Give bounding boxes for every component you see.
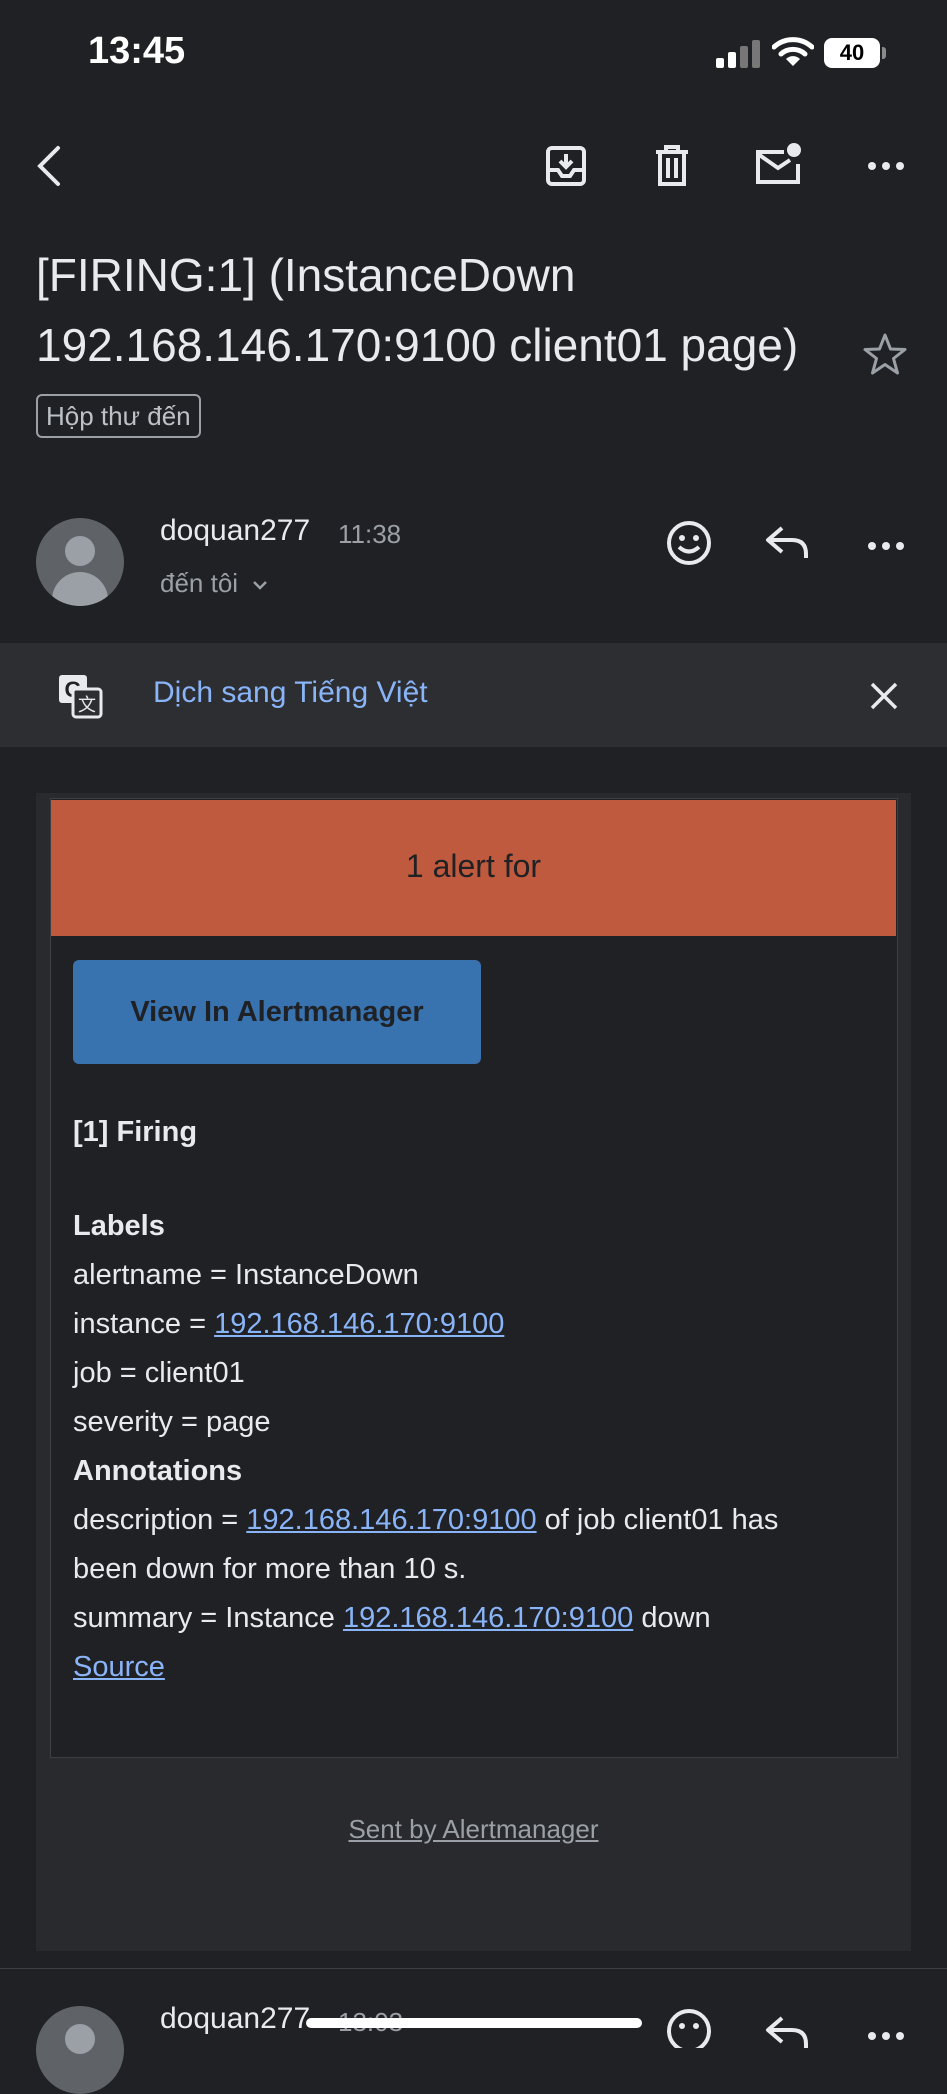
mark-unread-icon[interactable]: [752, 140, 804, 192]
star-icon[interactable]: [860, 330, 910, 380]
alertname-line: alertname = InstanceDown: [73, 1259, 419, 1291]
email-time: 11:38: [338, 519, 402, 549]
archive-icon[interactable]: [540, 140, 592, 192]
summary-line: summary = Instance 192.168.146.170:9100 …: [73, 1602, 711, 1635]
next-emoji-reaction-icon[interactable]: [664, 2006, 714, 2048]
translate-bar: [0, 643, 947, 747]
sender-avatar[interactable]: [36, 518, 124, 606]
close-icon[interactable]: [868, 680, 900, 712]
battery-tip: [882, 47, 886, 59]
sender-name[interactable]: doquan277: [160, 514, 310, 548]
summary-text: down: [633, 1602, 711, 1634]
wifi-icon: [772, 37, 814, 66]
firing-heading: [1] Firing: [73, 1116, 198, 1148]
sent-by-alertmanager-link[interactable]: Sent by Alertmanager: [36, 1814, 911, 1845]
message-more-icon[interactable]: [860, 520, 912, 572]
battery-level: 40: [824, 38, 880, 68]
home-indicator[interactable]: [306, 2018, 642, 2028]
description-line-2: been down for more than 10 s.: [73, 1553, 467, 1585]
emoji-reaction-icon[interactable]: [664, 518, 714, 568]
cellular-signal-icon: [716, 40, 760, 68]
description-link[interactable]: 192.168.146.170:9100: [246, 1504, 536, 1536]
description-text: of job client01 has: [536, 1504, 779, 1536]
back-arrow-icon[interactable]: [26, 140, 78, 192]
translate-link[interactable]: Dịch sang Tiếng Việt: [153, 676, 428, 710]
description-line: description = 192.168.146.170:9100 of jo…: [73, 1504, 778, 1537]
email-subject: [FIRING:1] (InstanceDown 192.168.146.170…: [36, 249, 799, 371]
instance-label: instance =: [73, 1308, 215, 1340]
job-line: job = client01: [73, 1357, 245, 1389]
instance-link[interactable]: 192.168.146.170:9100: [214, 1308, 504, 1340]
next-reply-icon[interactable]: [762, 2008, 812, 2048]
recipient-label: đến tôi: [160, 568, 239, 598]
summary-link[interactable]: 192.168.146.170:9100: [343, 1602, 633, 1634]
next-sender-avatar[interactable]: [36, 2006, 124, 2094]
labels-heading: Labels: [73, 1210, 165, 1242]
instance-line: instance = 192.168.146.170:9100: [73, 1308, 504, 1341]
alert-title: 1 alert for: [405, 848, 542, 884]
reply-icon[interactable]: [762, 518, 812, 568]
chevron-down-icon: [253, 581, 268, 590]
status-time: 13:45: [88, 30, 186, 72]
description-label: description =: [73, 1504, 247, 1536]
next-sender-name[interactable]: doquan277: [160, 2002, 310, 2036]
delete-icon[interactable]: [646, 140, 698, 192]
view-in-alertmanager-button[interactable]: View In Alertmanager: [73, 960, 481, 1064]
message-divider: [0, 1968, 947, 1969]
inbox-label-chip[interactable]: Hộp thư đến: [36, 394, 201, 438]
recipient-details[interactable]: đến tôi: [160, 568, 269, 599]
next-more-icon[interactable]: [860, 2010, 912, 2048]
severity-line: severity = page: [73, 1406, 271, 1438]
summary-label: summary = Instance: [73, 1602, 343, 1634]
annotations-heading: Annotations: [73, 1455, 243, 1487]
more-icon[interactable]: [860, 140, 912, 192]
source-link[interactable]: Source: [73, 1651, 165, 1684]
svg-text:文: 文: [78, 695, 96, 716]
translate-icon: G 文: [59, 675, 103, 719]
